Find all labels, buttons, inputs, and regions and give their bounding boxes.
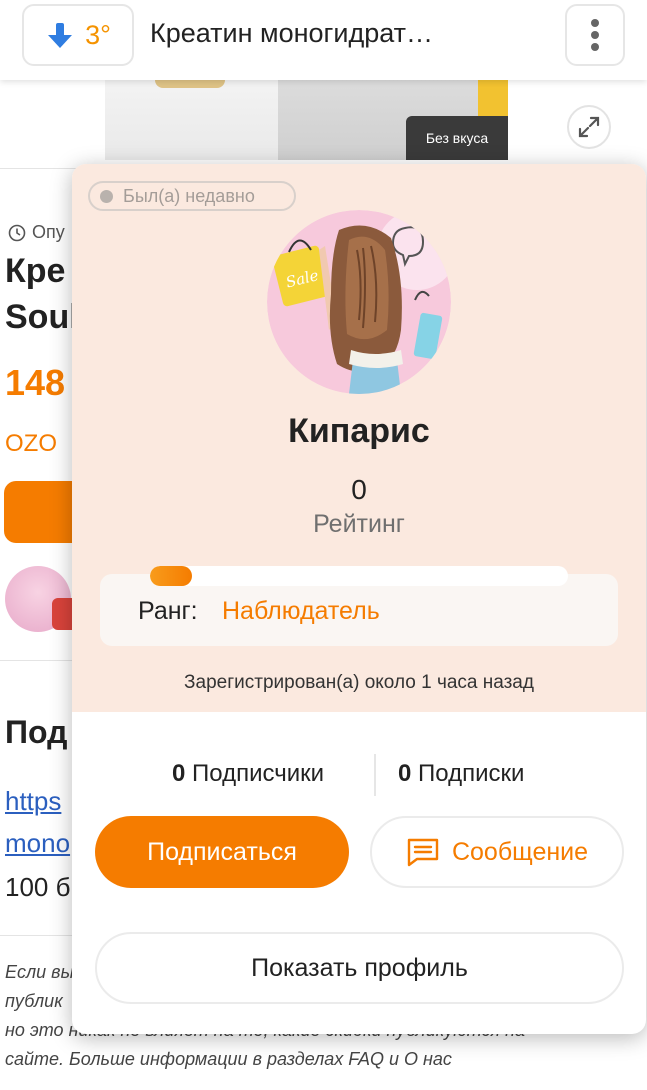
- more-vertical-icon: [591, 19, 599, 51]
- top-bar: 3° Креатин моногидрат…: [0, 0, 647, 80]
- rank-progress-fill: [150, 566, 192, 586]
- product-title-line2: Soul: [5, 298, 79, 336]
- rank-label: Ранг:: [138, 597, 198, 625]
- popup-header: Был(а) недавно Sale Кипарис 0 Рейтинг Ра…: [72, 164, 646, 712]
- following-label: Подписки: [418, 760, 525, 787]
- expand-image-button[interactable]: [567, 105, 611, 149]
- status-dot-icon: [100, 189, 113, 203]
- user-avatar[interactable]: Sale: [267, 210, 451, 394]
- product-image-thumb[interactable]: [105, 80, 278, 160]
- online-status-badge: Был(а) недавно: [88, 181, 296, 211]
- status-text: Был(а) недавно: [123, 185, 255, 206]
- product-weight: 100 б: [5, 872, 71, 902]
- follow-stats: 0 Подписчики 0 Подписки: [72, 760, 646, 800]
- disclaimer-line: сайте. Больше информации в разделах FAQ …: [5, 1049, 452, 1069]
- published-info: Опу: [8, 222, 65, 243]
- product-link-continued[interactable]: mono: [5, 828, 70, 859]
- weather-button[interactable]: 3°: [22, 4, 134, 66]
- disclaimer-line: публик: [5, 991, 63, 1011]
- clock-icon: [8, 224, 26, 241]
- published-label: Опу: [32, 222, 65, 242]
- product-price: 148: [5, 362, 66, 403]
- subscribe-button[interactable]: Подписаться: [95, 816, 349, 888]
- user-popup-card: Был(а) недавно Sale Кипарис 0 Рейтинг Ра…: [72, 164, 646, 1034]
- following-count: 0: [398, 760, 412, 787]
- user-name: Кипарис: [288, 412, 430, 450]
- section-title: Под: [5, 714, 68, 750]
- disclaimer-line: Если вы: [5, 962, 74, 982]
- arrow-down-icon: [48, 23, 73, 48]
- message-label: Сообщение: [451, 837, 589, 866]
- page-title: Креатин моногидрат…: [150, 18, 434, 48]
- divider: [0, 660, 80, 661]
- product-title-line1: Кре: [5, 252, 66, 290]
- store-name[interactable]: OZO: [5, 430, 57, 458]
- rating-label: Рейтинг: [313, 510, 405, 538]
- flavor-badge: Без вкуса: [406, 116, 508, 160]
- message-icon: [407, 838, 439, 867]
- rating-value: 0: [351, 474, 367, 505]
- expand-icon: [578, 116, 600, 138]
- avatar-illustration: Sale: [267, 210, 451, 394]
- temperature-value: 3°: [85, 19, 111, 50]
- show-profile-button[interactable]: Показать профиль: [95, 932, 624, 1004]
- following-stat[interactable]: 0 Подписки: [398, 760, 524, 788]
- more-menu-button[interactable]: [565, 4, 625, 66]
- followers-label: Подписчики: [192, 760, 325, 787]
- rank-progress-bar: [150, 566, 568, 586]
- followers-count: 0: [172, 760, 186, 787]
- rank-value: Наблюдатель: [222, 597, 380, 625]
- stats-divider: [374, 754, 376, 796]
- message-button[interactable]: Сообщение: [370, 816, 624, 888]
- product-link[interactable]: https: [5, 786, 61, 817]
- registration-info: Зарегистрирован(а) около 1 часа назад: [184, 672, 534, 693]
- followers-stat[interactable]: 0 Подписчики: [172, 760, 324, 788]
